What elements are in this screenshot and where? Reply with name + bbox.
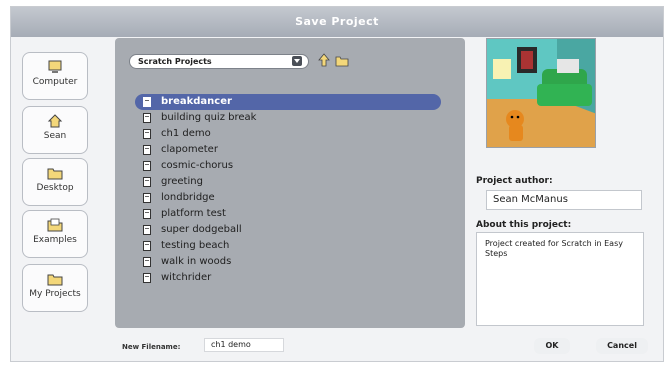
project-author-field[interactable]: Sean McManus <box>486 190 642 210</box>
file-icon <box>143 241 151 251</box>
location-dropdown[interactable]: Scratch Projects <box>129 54 309 69</box>
file-icon <box>143 113 151 123</box>
file-name: greeting <box>161 176 203 187</box>
file-name: clapometer <box>161 144 218 155</box>
dialog-title: Save Project <box>11 7 663 37</box>
file-name: testing beach <box>161 240 230 251</box>
file-icon <box>143 257 151 267</box>
ok-button[interactable]: OK <box>534 338 570 354</box>
file-name: building quiz break <box>161 112 257 123</box>
cancel-button[interactable]: Cancel <box>596 338 648 354</box>
sidebar-item-label: Computer <box>32 77 78 87</box>
file-list-item[interactable]: super dodgeball <box>135 222 441 238</box>
folder-open-icon <box>47 218 63 232</box>
about-project-textarea[interactable]: Project created for Scratch in Easy Step… <box>476 232 644 326</box>
project-author-label: Project author: <box>476 176 553 186</box>
file-name: witchrider <box>161 272 212 283</box>
folder-icon <box>47 274 63 286</box>
file-browser-panel: Scratch Projects breakdancer building qui… <box>115 38 465 328</box>
file-list-item[interactable]: clapometer <box>135 142 441 158</box>
sidebar-item-label: Desktop <box>36 183 74 193</box>
file-icon <box>143 129 151 139</box>
file-icon <box>143 193 151 203</box>
new-filename-label: New Filename: <box>122 343 181 351</box>
file-list: breakdancer building quiz break ch1 demo cl… <box>135 94 441 286</box>
computer-icon <box>48 60 62 73</box>
file-name: walk in woods <box>161 256 232 267</box>
folder-icon <box>47 168 63 180</box>
sidebar-item-computer[interactable]: Computer <box>22 52 88 100</box>
sidebar-item-label: Examples <box>33 235 77 245</box>
file-name: platform test <box>161 208 226 219</box>
file-icon <box>143 145 151 155</box>
file-list-item[interactable]: greeting <box>135 174 441 190</box>
new-filename-input[interactable]: ch1 demo <box>204 338 284 352</box>
file-list-item[interactable]: platform test <box>135 206 441 222</box>
file-list-item[interactable]: breakdancer <box>135 94 441 110</box>
project-thumbnail <box>486 38 596 148</box>
sidebar-item-label: Sean <box>43 131 67 141</box>
sidebar-item-examples[interactable]: Examples <box>22 210 88 258</box>
file-name: ch1 demo <box>161 128 211 139</box>
file-list-item[interactable]: witchrider <box>135 270 441 286</box>
up-arrow-icon[interactable] <box>317 53 331 67</box>
file-list-item[interactable]: building quiz break <box>135 110 441 126</box>
file-list-item[interactable]: cosmic-chorus <box>135 158 441 174</box>
file-icon <box>143 209 151 219</box>
file-icon <box>143 177 151 187</box>
file-icon <box>143 273 151 283</box>
sidebar-item-desktop[interactable]: Desktop <box>22 158 88 206</box>
file-list-item[interactable]: londbridge <box>135 190 441 206</box>
about-project-label: About this project: <box>476 220 572 230</box>
chevron-down-icon <box>292 56 302 66</box>
location-dropdown-value: Scratch Projects <box>138 57 212 66</box>
file-name: londbridge <box>161 192 215 203</box>
file-name: breakdancer <box>161 96 232 107</box>
file-icon <box>143 225 151 235</box>
file-name: super dodgeball <box>161 224 242 235</box>
file-icon <box>143 97 151 107</box>
sidebar-item-sean[interactable]: Sean <box>22 106 88 154</box>
file-name: cosmic-chorus <box>161 160 234 171</box>
sidebar-item-my-projects[interactable]: My Projects <box>22 264 88 312</box>
home-icon <box>47 114 63 128</box>
sidebar-item-label: My Projects <box>29 289 81 299</box>
new-folder-icon[interactable] <box>335 53 349 67</box>
file-icon <box>143 161 151 171</box>
file-list-item[interactable]: walk in woods <box>135 254 441 270</box>
file-list-item[interactable]: ch1 demo <box>135 126 441 142</box>
file-list-item[interactable]: testing beach <box>135 238 441 254</box>
thumbnail-image <box>487 39 595 147</box>
